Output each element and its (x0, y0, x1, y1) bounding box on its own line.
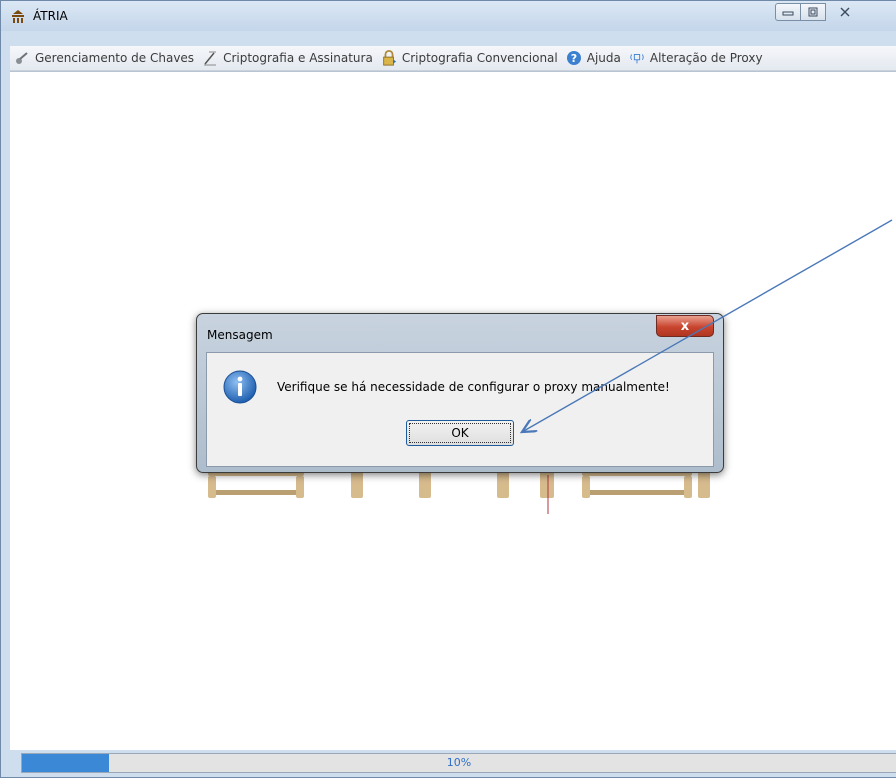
window-title: ÁTRIA (33, 9, 68, 23)
menu-label: Alteração de Proxy (649, 51, 763, 65)
padlock-icon (381, 50, 397, 66)
close-icon: x (680, 318, 690, 334)
menu-gerenciamento-chaves[interactable]: Gerenciamento de Chaves (10, 50, 198, 66)
menu-label: Criptografia e Assinatura (223, 51, 373, 65)
menu-alteracao-proxy[interactable]: Alteração de Proxy (625, 50, 767, 66)
message-dialog: Mensagem x Verifique se há necessidade d… (196, 313, 724, 473)
app-logo-icon (12, 10, 24, 23)
dialog-body: Verifique se há necessidade de configura… (206, 352, 714, 467)
key-icon (14, 50, 30, 66)
ok-button[interactable]: OK (406, 420, 514, 446)
dialog-title: Mensagem (207, 328, 273, 342)
menu-ajuda[interactable]: ? Ajuda (562, 50, 625, 66)
close-icon (840, 7, 850, 17)
pen-icon (202, 50, 218, 66)
menu-criptografia-assinatura[interactable]: Criptografia e Assinatura (198, 50, 377, 66)
progress-bar: 10% (21, 753, 896, 773)
focus-ring (409, 423, 511, 443)
window-controls (775, 3, 864, 23)
maximize-button[interactable] (800, 3, 826, 21)
info-icon (223, 370, 257, 404)
menu-label: Gerenciamento de Chaves (35, 51, 195, 65)
svg-text:?: ? (571, 52, 577, 65)
dialog-close-button[interactable]: x (656, 315, 714, 337)
menu-label: Criptografia Convencional (401, 51, 558, 65)
maximize-icon (808, 7, 818, 17)
menu-label: Ajuda (586, 51, 621, 65)
menu-criptografia-convencional[interactable]: Criptografia Convencional (377, 50, 562, 66)
help-icon: ? (566, 50, 582, 66)
progress-text: 10% (446, 756, 472, 769)
close-window-button[interactable] (825, 3, 865, 21)
minimize-button[interactable] (775, 3, 801, 21)
menu-bar: Gerenciamento de Chaves Criptografia e A… (10, 46, 896, 71)
minimize-icon (782, 11, 794, 16)
network-icon (629, 50, 645, 66)
title-bar[interactable]: ÁTRIA (1, 1, 896, 31)
dialog-message: Verifique se há necessidade de configura… (277, 380, 670, 394)
